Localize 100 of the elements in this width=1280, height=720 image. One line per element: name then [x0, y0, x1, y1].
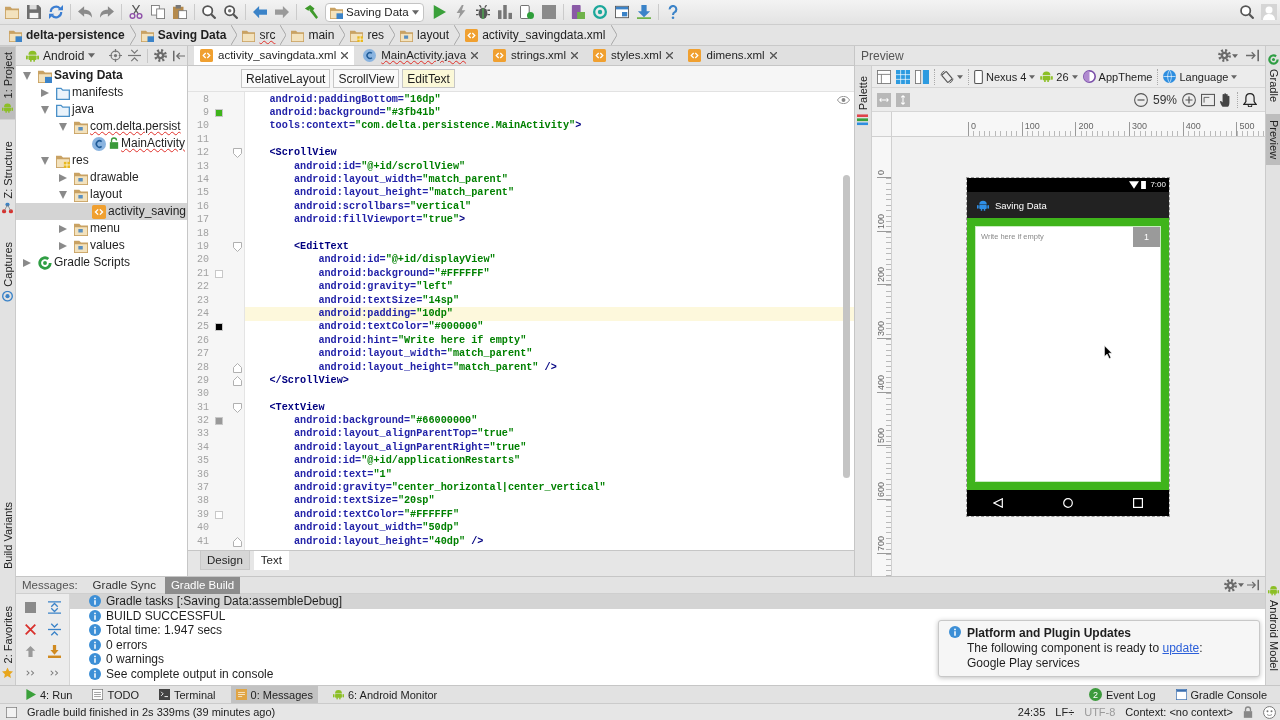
bell-icon[interactable]: [1243, 92, 1257, 107]
search-replace-icon[interactable]: [224, 5, 238, 19]
message-row[interactable]: See complete output in console: [89, 666, 274, 681]
tree-item[interactable]: drawable: [59, 169, 139, 186]
expand-icon[interactable]: [47, 600, 61, 614]
back-arrow-icon[interactable]: [253, 5, 267, 19]
export-icon[interactable]: [47, 644, 61, 658]
sync-ring-icon[interactable]: [592, 5, 607, 19]
tool-window-tab[interactable]: Captures: [0, 235, 15, 308]
close-icon[interactable]: [471, 52, 479, 59]
breadcrumb[interactable]: activity_savingdata.xml: [460, 25, 611, 45]
fold-marker-icon[interactable]: [232, 148, 242, 159]
inspector-icon[interactable]: [1263, 705, 1276, 719]
fold-marker-icon[interactable]: [232, 362, 242, 373]
blueprint-grid-icon[interactable]: [896, 69, 910, 84]
tool-window-tab[interactable]: Build Variants: [0, 496, 15, 576]
device-dropdown[interactable]: Nexus 4: [974, 69, 1036, 84]
phone-bug-icon[interactable]: [519, 5, 534, 19]
down-triangle-icon[interactable]: [41, 105, 49, 114]
down-triangle-icon[interactable]: [59, 122, 67, 131]
run-configuration-dropdown[interactable]: Saving Data: [325, 2, 424, 22]
hammer-icon[interactable]: [304, 5, 318, 19]
right-triangle-icon[interactable]: [59, 173, 67, 182]
scrollbar-thumb[interactable]: [843, 175, 850, 478]
palette-tab[interactable]: Palette: [855, 70, 870, 132]
tool-window-tab[interactable]: Gradle: [1266, 48, 1280, 109]
message-row[interactable]: Total time: 1.947 secs: [89, 623, 223, 638]
right-triangle-icon[interactable]: [59, 241, 67, 250]
hide-panel-icon[interactable]: [1246, 49, 1259, 62]
breadcrumb[interactable]: src: [237, 25, 281, 45]
download-icon[interactable]: [636, 5, 651, 19]
down-triangle-icon[interactable]: [41, 156, 49, 165]
close-icon[interactable]: [769, 52, 777, 59]
theme-dropdown[interactable]: AppTheme: [1082, 70, 1153, 83]
undo-icon[interactable]: [78, 5, 92, 19]
tree-item[interactable]: manifests: [41, 84, 124, 101]
search-icon[interactable]: [1240, 5, 1254, 19]
sync-icon[interactable]: [49, 5, 63, 19]
fit-screen-icon[interactable]: [1201, 92, 1215, 107]
zoom-in-icon[interactable]: [1182, 92, 1196, 107]
tool-window-button[interactable]: Gradle Console: [1170, 686, 1272, 703]
search-icon[interactable]: [202, 5, 216, 19]
tool-window-button[interactable]: Terminal: [154, 686, 221, 703]
line-separator[interactable]: LF÷: [1055, 706, 1075, 718]
collapse-icon[interactable]: [47, 622, 61, 636]
tool-window-button[interactable]: 4: Run: [20, 686, 78, 703]
window-icon[interactable]: [614, 5, 629, 19]
tree-item[interactable]: menu: [59, 220, 121, 237]
tool-window-tab[interactable]: Preview: [1266, 114, 1280, 166]
tree-item[interactable]: Saving Data: [23, 67, 123, 84]
mode-tab[interactable]: Design: [200, 551, 250, 570]
double-chevron-icon[interactable]: [25, 670, 35, 676]
folder-icon[interactable]: [5, 5, 19, 19]
fold-marker-icon[interactable]: [232, 536, 242, 547]
save-icon[interactable]: [27, 5, 41, 19]
collapse-icon[interactable]: [128, 49, 142, 62]
tool-window-button[interactable]: 6: Android Monitor: [327, 686, 443, 703]
tool-window-tab[interactable]: 1: Project: [0, 46, 15, 120]
fold-marker-icon[interactable]: [232, 375, 242, 386]
message-row[interactable]: Gradle tasks [:Saving Data:assembleDebug]: [70, 594, 1265, 609]
breadcrumb[interactable]: main: [286, 25, 340, 45]
hide-panel-icon[interactable]: [1247, 579, 1259, 591]
up-arrow-icon[interactable]: [24, 645, 36, 657]
fold-marker-icon[interactable]: [232, 242, 242, 252]
close-icon[interactable]: [341, 52, 349, 59]
stop-icon[interactable]: [24, 601, 36, 613]
bar-chart-icon[interactable]: [497, 5, 512, 19]
tool-window-button[interactable]: 0: Messages: [230, 686, 318, 703]
context-indicator[interactable]: Context: <no context>: [1125, 706, 1233, 718]
zoom-out-icon[interactable]: [1133, 92, 1148, 107]
scissors-icon[interactable]: [129, 5, 143, 19]
tree-item[interactable]: activity_saving: [16, 203, 187, 220]
mode-tab[interactable]: Text: [253, 551, 289, 570]
api-level-dropdown[interactable]: 26: [1040, 70, 1078, 83]
editor-tab[interactable]: activity_savingdata.xml: [194, 46, 355, 65]
tool-window-tab[interactable]: Z: Structure: [0, 135, 15, 220]
rotate-device-icon[interactable]: [940, 69, 954, 84]
breadcrumb[interactable]: res: [345, 25, 390, 45]
right-triangle-icon[interactable]: [59, 224, 67, 233]
right-triangle-icon[interactable]: [23, 258, 31, 267]
editor-tab[interactable]: styles.xml: [587, 46, 680, 65]
messages-tab[interactable]: Gradle Sync: [86, 576, 162, 594]
settings-icon[interactable]: [1218, 49, 1231, 62]
down-triangle-icon[interactable]: [23, 71, 31, 80]
paste-icon[interactable]: [173, 5, 187, 19]
copy-icon[interactable]: [151, 5, 165, 19]
crosshair-icon[interactable]: [109, 49, 123, 62]
breadcrumb[interactable]: delta-persistence: [4, 25, 130, 45]
hide-panel-icon[interactable]: [173, 49, 186, 62]
component-breadcrumb[interactable]: RelativeLayout: [241, 69, 331, 88]
forward-arrow-icon[interactable]: [275, 5, 289, 19]
editor-tab[interactable]: strings.xml: [487, 46, 584, 65]
tree-item[interactable]: res: [41, 152, 89, 169]
settings-icon[interactable]: [154, 49, 168, 62]
eye-icon[interactable]: [837, 96, 850, 104]
component-breadcrumb[interactable]: ScrollView: [333, 69, 400, 88]
tree-item[interactable]: Gradle Scripts: [23, 254, 131, 271]
right-triangle-icon[interactable]: [41, 88, 49, 97]
close-icon[interactable]: [666, 52, 674, 59]
caret-position[interactable]: 24:35: [1017, 706, 1046, 718]
